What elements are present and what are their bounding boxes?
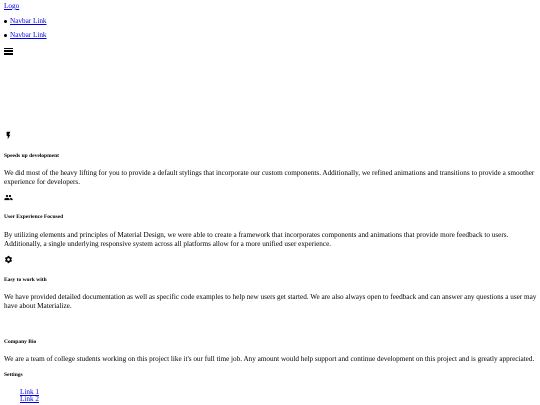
navbar-item: Navbar Link (4, 17, 47, 26)
flash-icon (4, 131, 13, 140)
company-bio-text: We are a team of college students workin… (4, 355, 535, 363)
group-icon (4, 193, 13, 202)
navbar-link-1[interactable]: Navbar Link (10, 17, 47, 25)
navbar-item: Navbar Link (4, 31, 47, 40)
feature-text-2: By utilizing elements and principles of … (4, 231, 509, 248)
company-bio-title: Company Bio (4, 339, 37, 345)
logo-link[interactable]: Logo (4, 2, 19, 11)
feature-title-1: Speeds up development (4, 153, 60, 159)
settings-title: Settings (4, 372, 23, 378)
footer-link-item: Link 2 (20, 395, 39, 404)
feature-text-3: We have provided detailed documentation … (4, 293, 537, 310)
navbar-link-2[interactable]: Navbar Link (10, 31, 47, 39)
feature-title-2: User Experience Focused (4, 214, 64, 220)
settings-icon (4, 255, 13, 264)
feature-text-1: We did most of the heavy lifting for you… (4, 169, 535, 186)
footer-link-2[interactable]: Link 2 (20, 395, 39, 403)
feature-title-3: Easy to work with (4, 277, 47, 283)
menu-icon[interactable] (4, 47, 13, 55)
